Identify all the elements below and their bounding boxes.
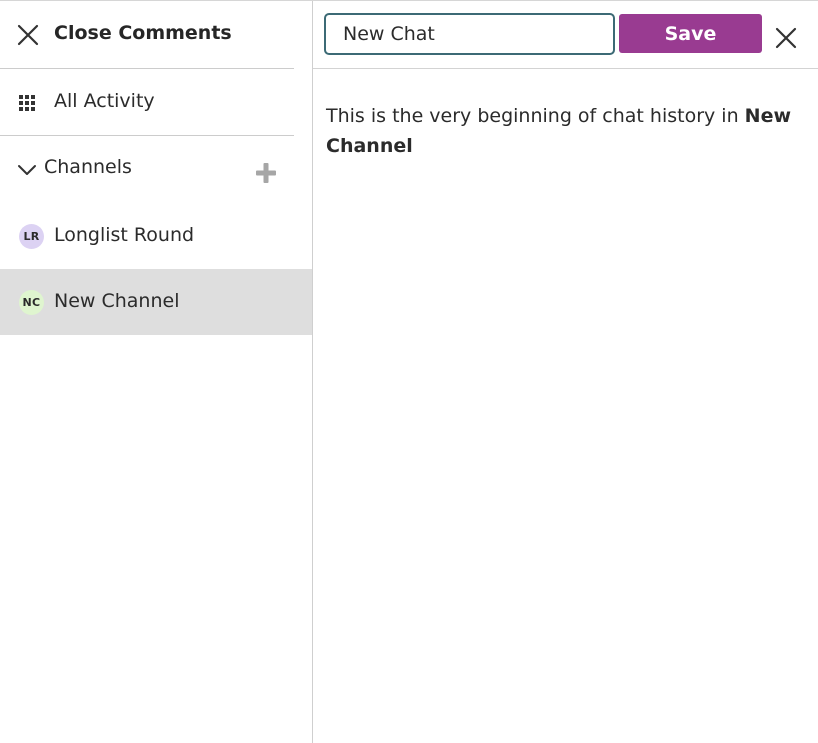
chat-history-text: This is the very beginning of chat histo…: [326, 105, 739, 127]
chat-name-input[interactable]: [324, 13, 615, 55]
grid-icon: [19, 95, 35, 111]
close-panel-button[interactable]: [774, 26, 798, 50]
close-icon: [775, 27, 797, 49]
channel-item-new-channel[interactable]: NC New Channel: [0, 269, 312, 335]
plus-icon: [256, 163, 276, 183]
close-icon: [17, 24, 39, 46]
channel-avatar: LR: [19, 224, 44, 249]
chevron-down-icon[interactable]: [17, 162, 37, 176]
sidebar: Close Comments All Activity Channels LR …: [0, 1, 313, 743]
channel-avatar: NC: [19, 290, 44, 315]
close-comments-button[interactable]: Close Comments: [0, 1, 294, 69]
chat-panel: Save This is the very beginning of chat …: [313, 1, 818, 743]
chat-rename-bar: Save: [313, 1, 818, 69]
add-channel-button[interactable]: [255, 162, 277, 184]
close-comments-label: Close Comments: [54, 22, 232, 44]
channel-item-longlist-round[interactable]: LR Longlist Round: [0, 203, 312, 269]
channel-name: Longlist Round: [54, 224, 195, 246]
app-window: Close Comments All Activity Channels LR …: [0, 0, 818, 743]
all-activity-label: All Activity: [54, 90, 155, 112]
channels-label[interactable]: Channels: [44, 156, 132, 178]
channels-section-header: Channels: [0, 136, 294, 202]
all-activity-item[interactable]: All Activity: [0, 69, 294, 136]
save-button[interactable]: Save: [619, 14, 762, 53]
channel-name: New Channel: [54, 290, 180, 312]
chat-history-intro: This is the very beginning of chat histo…: [326, 101, 796, 161]
